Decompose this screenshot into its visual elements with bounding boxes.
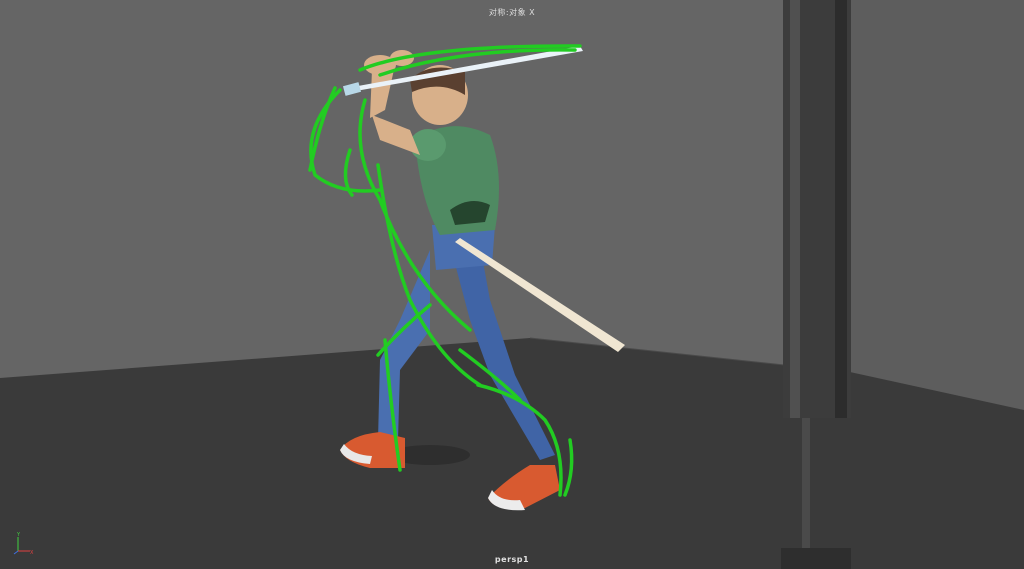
axis-y-label: Y [16,532,21,538]
right-wall [850,0,1024,410]
symmetry-label: 对称:对象 X [488,8,536,17]
axis-gizmo-icon: Y X [13,532,34,555]
camera-name-label: persp1 [494,555,530,564]
viewport-scene[interactable] [0,0,1024,569]
perspective-viewport[interactable]: 对称:对象 X Y X persp1 [0,0,1024,569]
